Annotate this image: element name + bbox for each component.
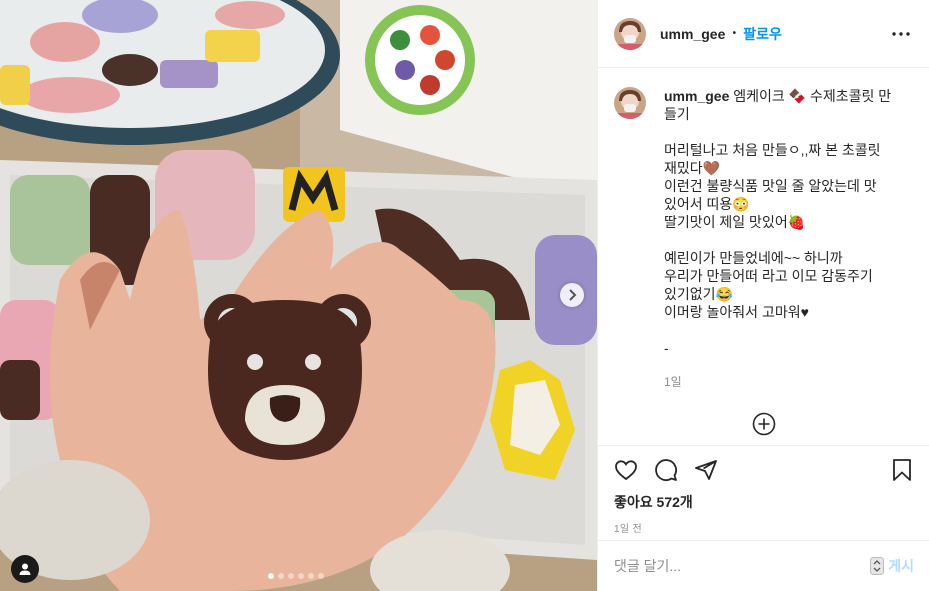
chocolate-photo [0, 0, 597, 591]
comments-section: umm_gee 엠케이크 🍫 수제초콜릿 만 들기머리털나고 처음 만들ㅇ,,짜… [598, 69, 929, 445]
carousel-dot [318, 573, 324, 579]
carousel-dot [308, 573, 314, 579]
caption-line: 이머랑 놀아줘서 고마워♥ [664, 304, 809, 320]
caption-line: 있어서 띠용😳 [664, 196, 750, 212]
post-author-username[interactable]: umm_gee [660, 26, 725, 42]
avatar-image [614, 87, 646, 119]
more-options-button[interactable] [889, 22, 913, 46]
carousel-dot [288, 573, 294, 579]
caption-line-text: 엠케이크 🍫 수제초콜릿 만 [733, 88, 892, 104]
post-header: umm_gee • 팔로우 [598, 0, 929, 68]
caption-username[interactable]: umm_gee [664, 88, 729, 104]
load-more-comments-icon [752, 412, 776, 436]
share-icon[interactable] [694, 458, 718, 482]
caption-line: 우리가 만들어떠 라고 이모 감동주기 [664, 268, 873, 284]
caption-line: - [664, 340, 669, 356]
comment-form: 게시 [598, 540, 929, 591]
caption-line: umm_gee 엠케이크 🍫 수제초콜릿 만 [664, 87, 896, 105]
caption-line: 들기 [664, 106, 690, 122]
caption-line [664, 321, 896, 339]
comment-input[interactable] [614, 558, 871, 574]
post-comment-button[interactable]: 게시 [888, 556, 914, 576]
header-separator: • [731, 28, 738, 39]
caption-text: umm_gee 엠케이크 🍫 수제초콜릿 만 들기머리털나고 처음 만들ㅇ,,짜… [664, 87, 896, 391]
carousel-indicator [268, 573, 324, 579]
caption-line [664, 231, 896, 249]
carousel-next-button[interactable] [560, 283, 584, 307]
post-timestamp[interactable]: 1일 전 [614, 520, 914, 535]
carousel-dot [278, 573, 284, 579]
avatar[interactable] [614, 17, 646, 50]
load-more-comments-button[interactable] [752, 412, 776, 436]
post-actions: 좋아요 572개 1일 전 [598, 445, 929, 535]
carousel-next-icon [569, 289, 577, 301]
user-tag-button[interactable] [11, 555, 39, 583]
caption-line: 이런건 불량식품 맛일 줄 알았는데 맛 [664, 178, 877, 194]
caption: umm_gee 엠케이크 🍫 수제초콜릿 만 들기머리털나고 처음 만들ㅇ,,짜… [614, 87, 914, 391]
comment-icon[interactable] [654, 458, 678, 482]
caption-line: 머리털나고 처음 만들ㅇ,,짜 본 초콜릿 [664, 142, 881, 158]
caption-line: 재밌다🤎 [664, 160, 721, 176]
caption-line: 있기없기😂 [664, 286, 733, 302]
carousel-dot [268, 573, 274, 579]
caption-line: 예린이가 만들었네에~~ 하니까 [664, 250, 843, 266]
caption-line [664, 123, 896, 141]
caption-age: 1일 [664, 375, 682, 389]
heart-icon[interactable] [614, 458, 638, 482]
user-tag-icon [19, 563, 31, 575]
follow-button[interactable]: 팔로우 [743, 24, 782, 44]
action-icon-row [614, 458, 914, 482]
post-detail-panel: umm_gee • 팔로우 umm_gee 엠케이크 🍫 수제초콜릿 만 들기 … [597, 0, 929, 591]
caption-avatar[interactable] [614, 87, 646, 119]
like-count[interactable]: 좋아요 572개 [614, 492, 914, 512]
emoji-icon[interactable] [870, 557, 885, 575]
carousel-dot [298, 573, 304, 579]
caption-line: 딸기맛이 제일 맛있어🍓 [664, 214, 806, 230]
more-options-icon [892, 31, 910, 36]
avatar-image [614, 17, 646, 50]
bookmark-icon[interactable] [890, 458, 914, 482]
post-photo[interactable] [0, 0, 597, 591]
